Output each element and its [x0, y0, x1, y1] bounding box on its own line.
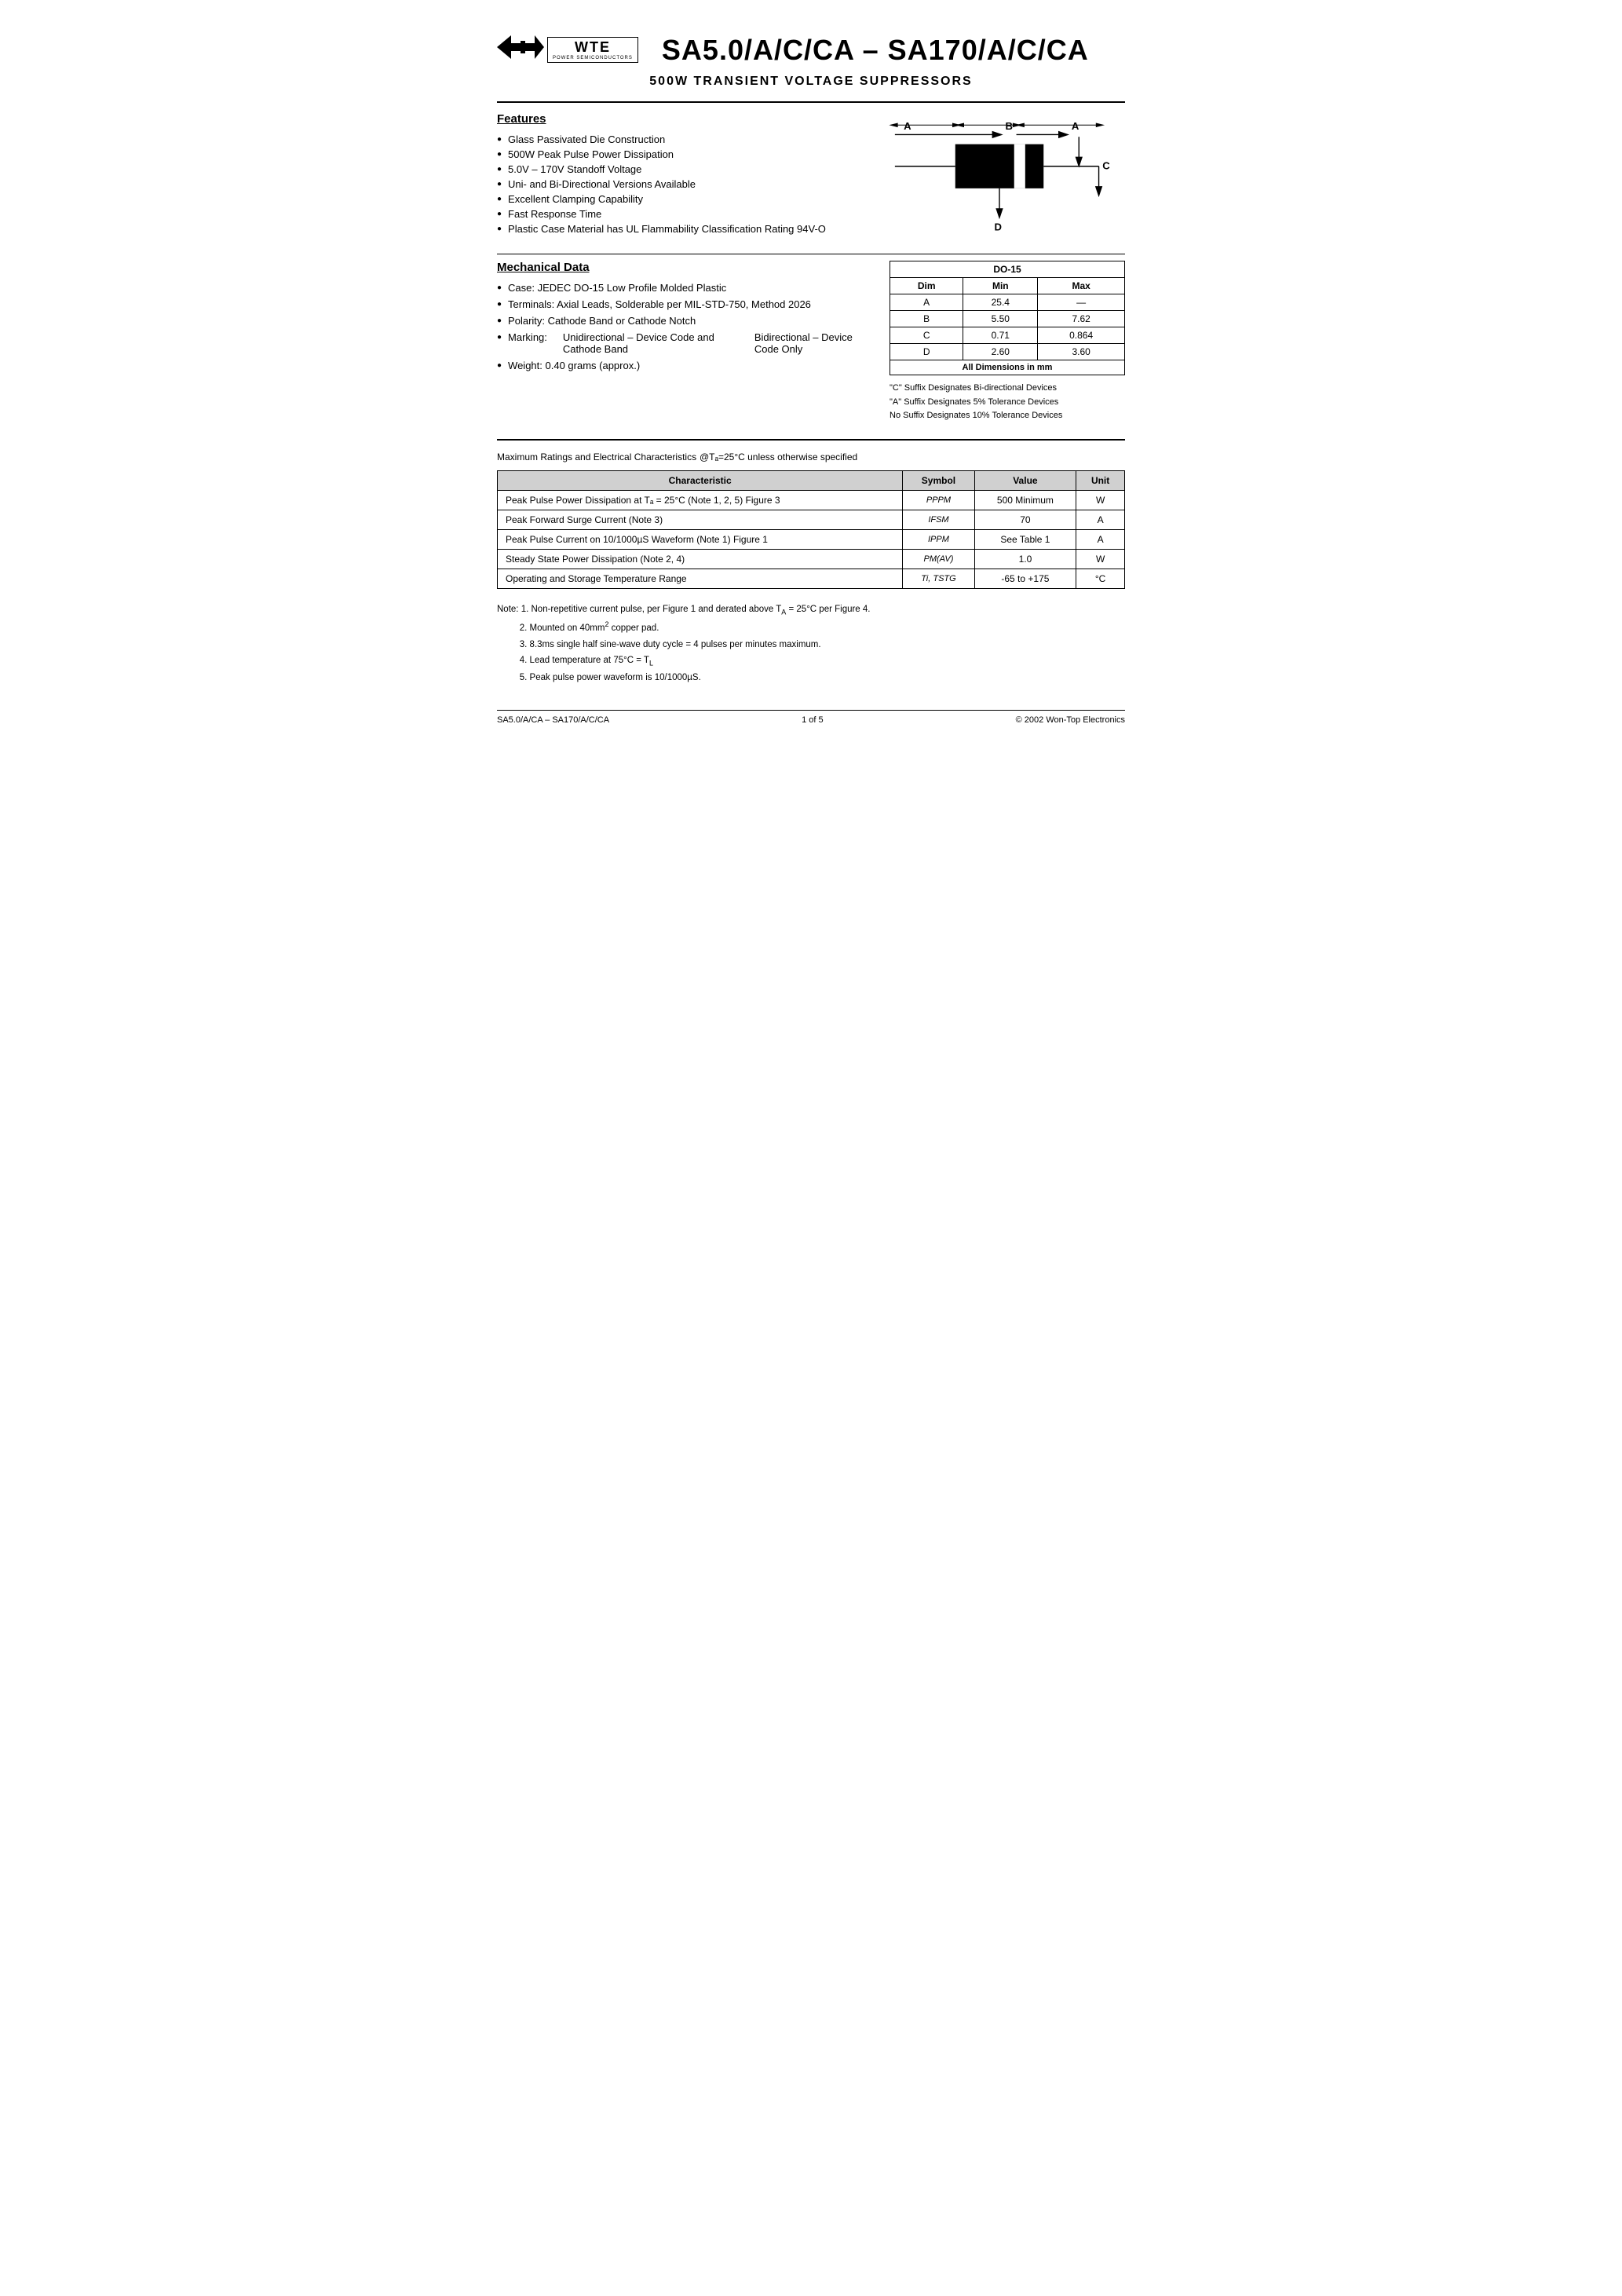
unit-cell: A [1076, 529, 1125, 549]
notes-label: Note: [497, 605, 519, 614]
value-cell: 500 Minimum [974, 490, 1076, 510]
logo-wte-sub: POWER SEMICONDUCTORS [553, 56, 633, 60]
list-item: Marking: Unidirectional – Device Code an… [497, 331, 874, 355]
symbol-cell: IPPM [903, 529, 974, 549]
svg-text:C: C [1102, 160, 1110, 172]
table-row: Operating and Storage Temperature Range … [498, 569, 1125, 588]
features-title: Features [497, 112, 858, 126]
value-cell: 70 [974, 510, 1076, 529]
note-4: 4. Lead temperature at 75°C = TL [520, 656, 653, 665]
all-dimensions-row: All Dimensions in mm [890, 360, 1125, 375]
footer-right: © 2002 Won-Top Electronics [1016, 715, 1125, 725]
max-ratings-title-main: Maximum Ratings and Electrical Character… [497, 452, 696, 462]
value-header: Value [974, 470, 1076, 490]
unit-cell: A [1076, 510, 1125, 529]
mechanical-list: Mechanical Data Case: JEDEC DO-15 Low Pr… [497, 261, 874, 423]
list-item: Terminals: Axial Leads, Solderable per M… [497, 298, 874, 310]
list-item: Glass Passivated Die Construction [497, 133, 858, 145]
max-ratings-condition: @Tₐ=25°C unless otherwise specified [700, 452, 857, 462]
table-row: A 25.4 — [890, 294, 1125, 311]
logo-area: WTE POWER SEMICONDUCTORS [497, 31, 638, 68]
dimension-table: DO-15 Dim Min Max A 25.4 — B 5.50 7.62 C… [890, 261, 1125, 375]
diode-diagram: A B A C [874, 112, 1125, 238]
symbol-header: Symbol [903, 470, 974, 490]
note-1: 1. Non-repetitive current pulse, per Fig… [521, 605, 871, 614]
subtitle: 500W TRANSIENT VOLTAGE SUPPRESSORS [497, 75, 1125, 89]
svg-text:A: A [1072, 120, 1080, 132]
mechanical-section: Mechanical Data Case: JEDEC DO-15 Low Pr… [497, 261, 1125, 423]
table-row: B 5.50 7.62 [890, 311, 1125, 327]
unit-cell: W [1076, 549, 1125, 569]
table-row: D 2.60 3.60 [890, 344, 1125, 360]
dim-col-header: Dim [890, 278, 963, 294]
symbol-cell: IFSM [903, 510, 974, 529]
list-item: Uni- and Bi-Directional Versions Availab… [497, 178, 858, 190]
ratings-table: Characteristic Symbol Value Unit Peak Pu… [497, 470, 1125, 589]
symbol-cell: Ti, TSTG [903, 569, 974, 588]
ratings-header-row: Characteristic Symbol Value Unit [498, 470, 1125, 490]
footer-left: SA5.0/A/CA – SA170/A/C/CA [497, 715, 609, 725]
package-header: DO-15 [890, 261, 1125, 278]
table-row: Peak Pulse Current on 10/1000µS Waveform… [498, 529, 1125, 549]
page-header: WTE POWER SEMICONDUCTORS SA5.0/A/C/CA – … [497, 31, 1125, 68]
svg-text:D: D [994, 221, 1001, 232]
list-item: Fast Response Time [497, 208, 858, 220]
features-items: Glass Passivated Die Construction 500W P… [497, 133, 858, 235]
table-row: Steady State Power Dissipation (Note 2, … [498, 549, 1125, 569]
suffix-note-3: No Suffix Designates 10% Tolerance Devic… [890, 409, 1125, 423]
value-cell: 1.0 [974, 549, 1076, 569]
list-item: Plastic Case Material has UL Flammabilit… [497, 223, 858, 235]
notes-section: Note: 1. Non-repetitive current pulse, p… [497, 601, 1125, 686]
note-3: 3. 8.3ms single half sine-wave duty cycl… [520, 640, 821, 649]
unit-cell: °C [1076, 569, 1125, 588]
footer-center: 1 of 5 [802, 715, 824, 725]
value-cell: -65 to +175 [974, 569, 1076, 588]
table-row: Peak Forward Surge Current (Note 3) IFSM… [498, 510, 1125, 529]
list-item: 500W Peak Pulse Power Dissipation [497, 148, 858, 160]
svg-text:B: B [1006, 120, 1013, 132]
max-ratings-title: Maximum Ratings and Electrical Character… [497, 450, 1125, 462]
list-item: Excellent Clamping Capability [497, 193, 858, 205]
dimension-table-area: DO-15 Dim Min Max A 25.4 — B 5.50 7.62 C… [890, 261, 1125, 423]
min-col-header: Min [963, 278, 1038, 294]
value-cell: See Table 1 [974, 529, 1076, 549]
suffix-note-2: "A" Suffix Designates 5% Tolerance Devic… [890, 396, 1125, 410]
svg-text:A: A [904, 120, 911, 132]
mechanical-title: Mechanical Data [497, 261, 874, 274]
symbol-cell: PPPM [903, 490, 974, 510]
suffix-notes: "C" Suffix Designates Bi-directional Dev… [890, 382, 1125, 423]
symbol-cell: PM(AV) [903, 549, 974, 569]
logo-arrow-icon [497, 31, 544, 68]
mechanical-items: Case: JEDEC DO-15 Low Profile Molded Pla… [497, 282, 874, 371]
characteristic-header: Characteristic [498, 470, 903, 490]
page-footer: SA5.0/A/CA – SA170/A/C/CA 1 of 5 © 2002 … [497, 710, 1125, 725]
characteristic-cell: Operating and Storage Temperature Range [498, 569, 903, 588]
suffix-note-1: "C" Suffix Designates Bi-directional Dev… [890, 382, 1125, 396]
features-section: Features Glass Passivated Die Constructi… [497, 112, 1125, 238]
characteristic-cell: Peak Pulse Power Dissipation at Tₐ = 25°… [498, 490, 903, 510]
max-col-header: Max [1038, 278, 1125, 294]
list-item: Case: JEDEC DO-15 Low Profile Molded Pla… [497, 282, 874, 294]
list-item: Polarity: Cathode Band or Cathode Notch [497, 315, 874, 327]
logo-wte: WTE POWER SEMICONDUCTORS [547, 37, 638, 63]
unit-cell: W [1076, 490, 1125, 510]
unit-header: Unit [1076, 470, 1125, 490]
list-item: Weight: 0.40 grams (approx.) [497, 360, 874, 371]
table-row: C 0.71 0.864 [890, 327, 1125, 344]
table-row: Peak Pulse Power Dissipation at Tₐ = 25°… [498, 490, 1125, 510]
list-item: 5.0V – 170V Standoff Voltage [497, 163, 858, 175]
logo-wte-text: WTE [575, 39, 611, 56]
section-divider-2 [497, 439, 1125, 441]
features-list: Features Glass Passivated Die Constructi… [497, 112, 858, 238]
characteristic-cell: Peak Forward Surge Current (Note 3) [498, 510, 903, 529]
characteristic-cell: Steady State Power Dissipation (Note 2, … [498, 549, 903, 569]
main-title: SA5.0/A/C/CA – SA170/A/C/CA [662, 34, 1089, 67]
note-5: 5. Peak pulse power waveform is 10/1000µ… [520, 673, 701, 682]
note-2: 2. Mounted on 40mm2 copper pad. [520, 623, 659, 633]
header-divider [497, 101, 1125, 103]
characteristic-cell: Peak Pulse Current on 10/1000µS Waveform… [498, 529, 903, 549]
